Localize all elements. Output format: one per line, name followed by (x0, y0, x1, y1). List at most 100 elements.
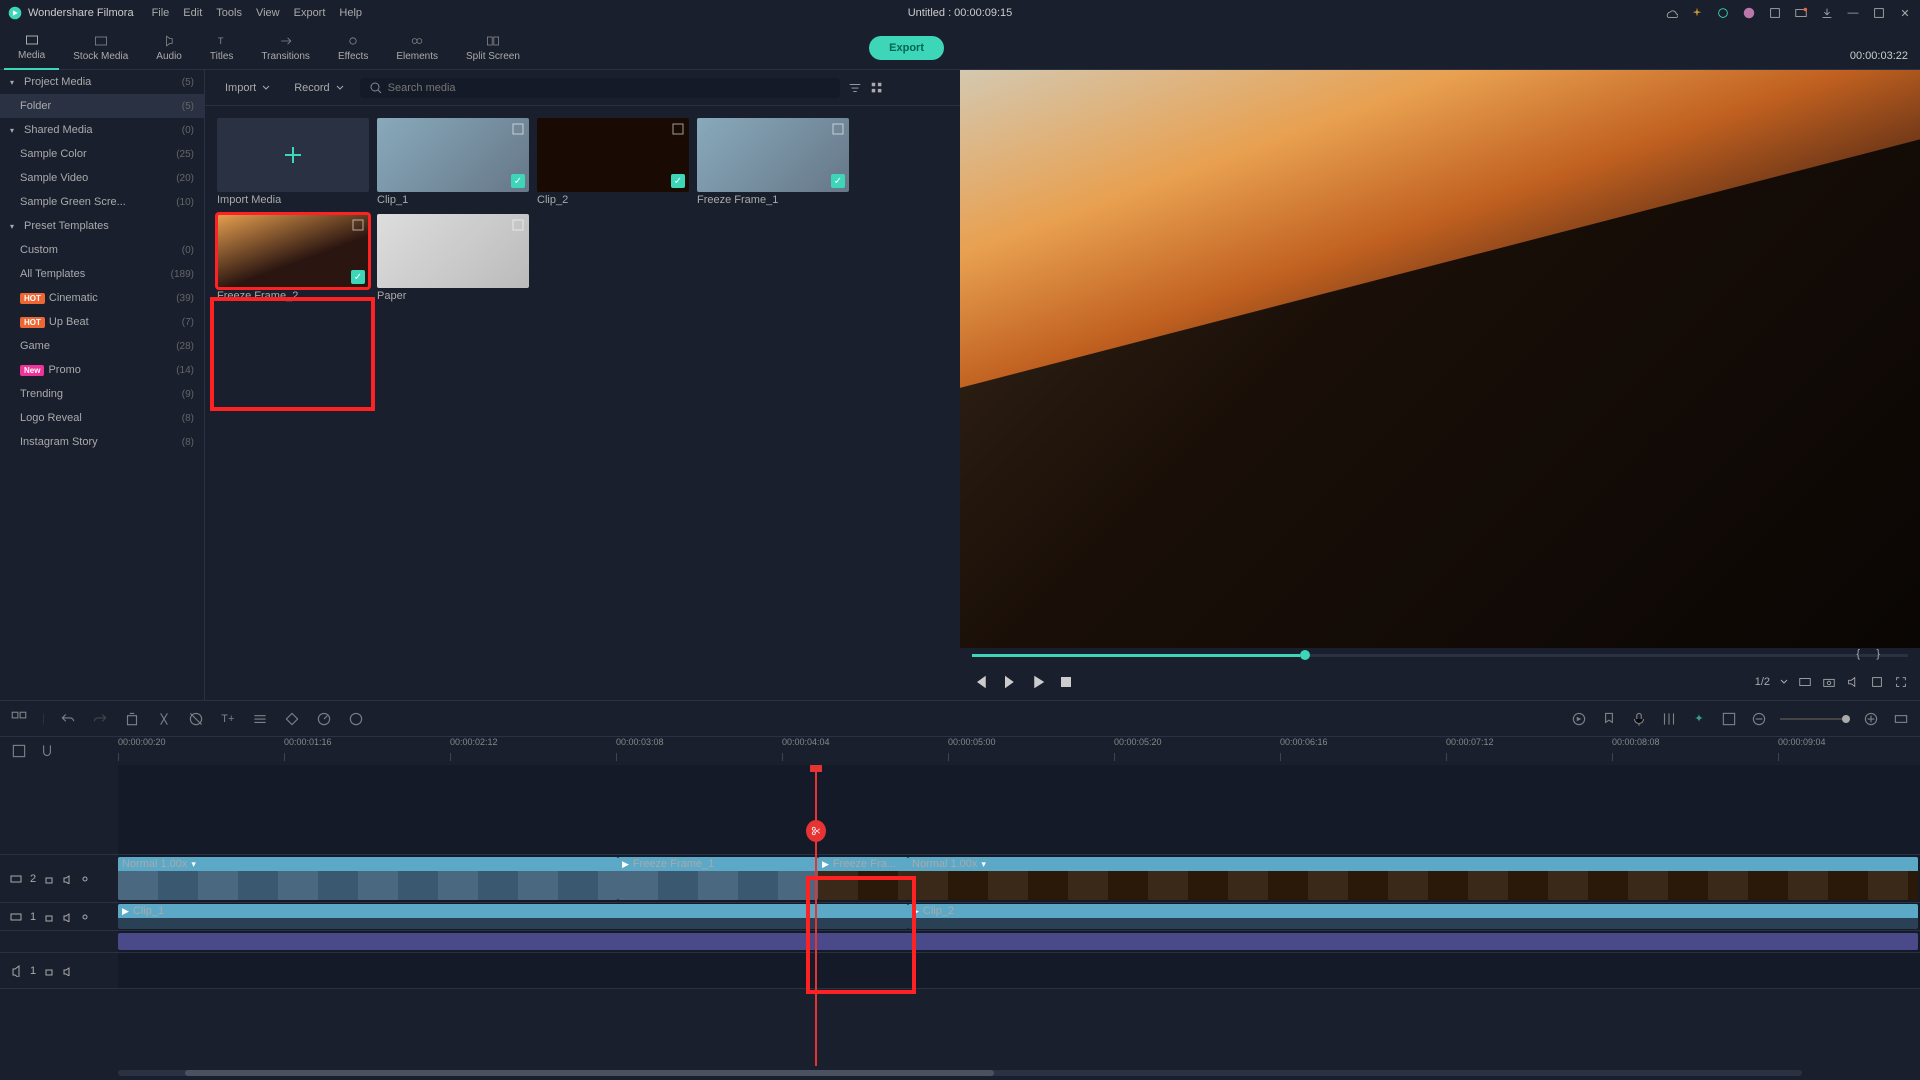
preview-video[interactable] (960, 70, 1920, 648)
search-input[interactable] (388, 82, 830, 94)
tab-media[interactable]: Media (4, 26, 59, 70)
lock-icon[interactable] (44, 912, 54, 922)
play-backward-button[interactable] (1000, 672, 1020, 692)
clip-c1[interactable]: ▶ Clip_1 (118, 904, 908, 929)
sidebar-item-all-templates[interactable]: All Templates(189) (0, 262, 204, 286)
sidebar-item-preset-templates[interactable]: ▾Preset Templates (0, 214, 204, 238)
import-dropdown[interactable]: Import (217, 78, 278, 98)
sidebar-item-game[interactable]: Game(28) (0, 334, 204, 358)
mail-icon[interactable] (1794, 6, 1808, 20)
tab-audio[interactable]: Audio (142, 26, 196, 70)
mute-icon[interactable] (62, 966, 72, 976)
menu-file[interactable]: File (152, 7, 170, 19)
sidebar-item-project-media[interactable]: ▾Project Media(5) (0, 70, 204, 94)
undo-icon[interactable] (59, 710, 77, 728)
clip-c2[interactable]: ▶ Clip_2 (908, 904, 1918, 929)
menu-edit[interactable]: Edit (183, 7, 202, 19)
mark-out-icon[interactable]: } (1876, 648, 1880, 660)
zoom-slider[interactable] (1780, 718, 1850, 720)
track-add-icon[interactable] (10, 742, 28, 760)
headset-icon[interactable] (1716, 6, 1730, 20)
media-thumb-clip-1[interactable]: ✓ (377, 118, 529, 192)
expand-icon[interactable] (831, 122, 845, 136)
preview-scrubber[interactable]: { } (960, 648, 1920, 664)
speed-icon[interactable] (315, 710, 333, 728)
record-dropdown[interactable]: Record (286, 78, 351, 98)
delete-icon[interactable] (123, 710, 141, 728)
avatar-icon[interactable] (1742, 6, 1756, 20)
tab-transitions[interactable]: Transitions (247, 26, 324, 70)
sidebar-item-custom[interactable]: Custom(0) (0, 238, 204, 262)
close-icon[interactable]: ✕ (1898, 6, 1912, 20)
zoom-level[interactable]: 1/2 (1755, 676, 1770, 688)
clip-normal-2[interactable]: Normal 1.00x ▾ (908, 857, 1918, 900)
sidebar-item-folder[interactable]: Folder(5) (0, 94, 204, 118)
redo-icon[interactable] (91, 710, 109, 728)
expand-icon[interactable] (351, 218, 365, 232)
track-body-v1[interactable]: ▶ Clip_1 ▶ Clip_2 (118, 903, 1920, 930)
magnet-icon[interactable] (38, 742, 56, 760)
expand-icon[interactable] (511, 122, 525, 136)
cloud-icon[interactable] (1664, 6, 1678, 20)
menu-view[interactable]: View (256, 7, 280, 19)
tab-elements[interactable]: Elements (382, 26, 452, 70)
track-body-a1[interactable] (118, 931, 1920, 952)
zoom-in-icon[interactable] (1862, 710, 1880, 728)
export-frame-icon[interactable] (1870, 675, 1884, 689)
fullscreen-icon[interactable] (1894, 675, 1908, 689)
lock-icon[interactable] (44, 966, 54, 976)
clip-normal-1[interactable]: Normal 1.00x ▾ (118, 857, 618, 900)
visibility-icon[interactable] (80, 912, 90, 922)
playback-quality-icon[interactable] (1798, 675, 1812, 689)
filter-icon[interactable] (848, 81, 862, 95)
media-thumb-freeze-frame-2[interactable]: ✓ (217, 214, 369, 288)
play-button[interactable] (1028, 672, 1048, 692)
tab-split-screen[interactable]: Split Screen (452, 26, 534, 70)
audio-clip[interactable] (118, 933, 1918, 950)
stop-button[interactable] (1056, 672, 1076, 692)
prev-frame-button[interactable] (972, 672, 992, 692)
text-icon[interactable]: T+ (219, 710, 237, 728)
sidebar-item-cinematic[interactable]: HOTCinematic(39) (0, 286, 204, 310)
clip-freeze-1[interactable]: ▶ Freeze Frame_1 (618, 857, 818, 900)
sidebar-item-logo-reveal[interactable]: Logo Reveal(8) (0, 406, 204, 430)
voiceover-icon[interactable] (1630, 710, 1648, 728)
marker-icon[interactable] (1600, 710, 1618, 728)
sidebar-item-promo[interactable]: NewPromo(14) (0, 358, 204, 382)
sidebar-item-sample-color[interactable]: Sample Color(25) (0, 142, 204, 166)
mute-icon[interactable] (62, 912, 72, 922)
chevron-down-icon[interactable] (1780, 678, 1788, 686)
sparkle-icon[interactable] (1690, 6, 1704, 20)
guide-icon[interactable] (1720, 710, 1738, 728)
color-icon[interactable] (347, 710, 365, 728)
visibility-icon[interactable] (80, 874, 90, 884)
expand-icon[interactable] (511, 218, 525, 232)
media-thumb-clip-2[interactable]: ✓ (537, 118, 689, 192)
menu-tools[interactable]: Tools (216, 7, 242, 19)
zoom-out-icon[interactable] (1750, 710, 1768, 728)
search-box[interactable] (360, 78, 840, 98)
lock-icon[interactable] (44, 874, 54, 884)
zoom-fit-icon[interactable] (1892, 710, 1910, 728)
keyframe-icon[interactable] (283, 710, 301, 728)
sidebar-item-trending[interactable]: Trending(9) (0, 382, 204, 406)
import-media-tile[interactable] (217, 118, 369, 192)
split-icon[interactable] (155, 710, 173, 728)
export-button[interactable]: Export (869, 36, 944, 60)
tab-titles[interactable]: TTitles (196, 26, 248, 70)
render-icon[interactable] (1570, 710, 1588, 728)
download-icon[interactable] (1820, 6, 1834, 20)
maximize-icon[interactable] (1872, 6, 1886, 20)
tab-stock-media[interactable]: Stock Media (59, 26, 142, 70)
tab-effects[interactable]: Effects (324, 26, 382, 70)
track-body-v2[interactable]: Normal 1.00x ▾ ▶ Freeze Frame_1 ▶ Freeze… (118, 855, 1920, 902)
mark-in-icon[interactable]: { (1856, 648, 1860, 660)
media-thumb-freeze-frame-1[interactable]: ✓ (697, 118, 849, 192)
volume-icon[interactable] (1846, 675, 1860, 689)
sidebar-item-instagram-story[interactable]: Instagram Story(8) (0, 430, 204, 454)
timeline-scrollbar[interactable] (0, 1066, 1920, 1080)
adjust-icon[interactable] (251, 710, 269, 728)
save-icon[interactable] (1768, 6, 1782, 20)
clip-freeze-2[interactable]: ▶ Freeze Fra... (818, 857, 908, 900)
timeline-ruler[interactable]: 00:00:00:2000:00:01:1600:00:02:1200:00:0… (0, 737, 1920, 765)
